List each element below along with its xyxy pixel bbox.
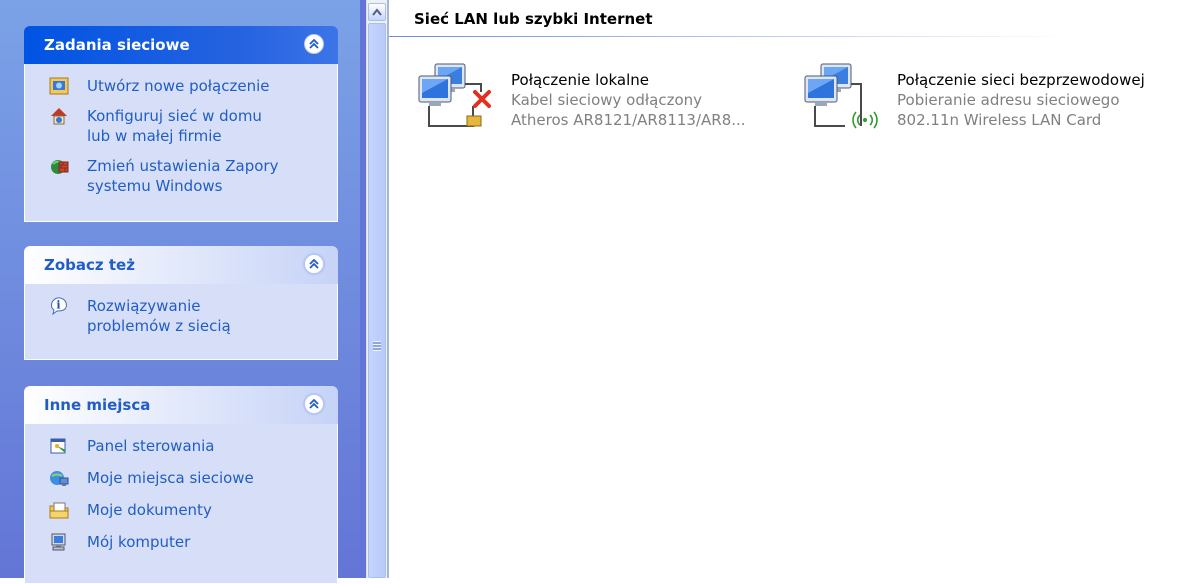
- connection-local-area[interactable]: Połączenie lokalne Kabel sieciowy odłącz…: [415, 62, 795, 134]
- network-tasks-header[interactable]: Zadania sieciowe: [24, 26, 338, 64]
- vertical-scrollbar[interactable]: [366, 0, 388, 578]
- chevron-up-icon: [372, 8, 382, 16]
- connection-status: Kabel sieciowy odłączony: [511, 91, 703, 109]
- double-chevron-up-icon: [309, 38, 319, 49]
- connection-wireless[interactable]: Połączenie sieci bezprzewodowej Pobieran…: [801, 62, 1181, 134]
- task-firewall-settings[interactable]: Zmień ustawienia Zapory systemu Windows: [25, 156, 337, 196]
- task-home-network-setup[interactable]: Konfiguruj sieć w domu lub w małej firmi…: [25, 106, 337, 146]
- group-divider: [389, 36, 1069, 37]
- task-pane: Zadania sieciowe Utwórz nowe połączenie: [0, 0, 360, 584]
- see-also-body: i Rozwiązywanie problemów z siecią: [24, 284, 338, 360]
- other-places-title: Inne miejsca: [44, 396, 151, 414]
- other-places-collapse-button[interactable]: [304, 394, 324, 414]
- wireless-connection-icon: [804, 63, 878, 129]
- connection-device: Atheros AR8121/AR8113/AR8...: [511, 111, 746, 129]
- place-network-places[interactable]: Moje miejsca sieciowe: [25, 468, 337, 488]
- svg-text:i: i: [56, 299, 60, 312]
- double-chevron-up-icon: [309, 258, 319, 269]
- connection-wireless-text: Połączenie sieci bezprzewodowej Pobieran…: [897, 70, 1145, 130]
- see-also-title: Zobacz też: [44, 256, 135, 274]
- new-connection-icon: [49, 77, 69, 95]
- double-chevron-up-icon: [309, 398, 319, 409]
- place-my-computer[interactable]: Mój komputer: [25, 532, 337, 552]
- connection-status: Pobieranie adresu sieciowego: [897, 91, 1120, 109]
- connection-name: Połączenie lokalne: [511, 71, 650, 89]
- control-panel-icon: [50, 438, 66, 454]
- place-control-panel[interactable]: Panel sterowania: [25, 436, 337, 456]
- other-places-body: Panel sterowania Moje miejsca sieciowe M…: [24, 424, 338, 584]
- task-create-connection[interactable]: Utwórz nowe połączenie: [25, 76, 337, 96]
- connections-view: Sieć LAN lub szybki Internet Połączenie …: [389, 0, 1182, 578]
- see-also-header[interactable]: Zobacz też: [24, 246, 338, 284]
- network-tasks-title: Zadania sieciowe: [44, 36, 190, 54]
- scroll-up-button[interactable]: [368, 3, 386, 21]
- network-places-icon: [50, 471, 69, 486]
- home-network-setup-icon: [51, 108, 67, 125]
- connection-local-area-text: Połączenie lokalne Kabel sieciowy odłącz…: [511, 70, 746, 130]
- network-tasks-body: Utwórz nowe połączenie Konfiguruj sieć w…: [24, 64, 338, 222]
- other-places-header[interactable]: Inne miejsca: [24, 386, 338, 424]
- network-tasks-panel: Zadania sieciowe Utwórz nowe połączenie: [24, 26, 338, 222]
- see-also-collapse-button[interactable]: [304, 254, 324, 274]
- my-documents-icon: [49, 502, 69, 519]
- lan-disconnected-icon: [418, 63, 491, 127]
- place-my-documents[interactable]: Moje dokumenty: [25, 500, 337, 520]
- scroll-thumb[interactable]: [368, 23, 386, 578]
- scroll-grip: [373, 341, 381, 351]
- other-places-panel: Inne miejsca Panel sterowania Moje miejs…: [24, 386, 338, 584]
- connection-name: Połączenie sieci bezprzewodowej: [897, 71, 1145, 89]
- task-network-troubleshooter[interactable]: i Rozwiązywanie problemów z siecią: [25, 296, 337, 336]
- see-also-panel: Zobacz też i Rozwiązywanie problemów z s…: [24, 246, 338, 360]
- my-computer-icon: [51, 533, 66, 551]
- firewall-icon: [51, 160, 69, 174]
- info-icon: i: [51, 297, 67, 316]
- network-tasks-collapse-button[interactable]: [304, 34, 324, 54]
- group-header: Sieć LAN lub szybki Internet: [414, 10, 653, 28]
- connection-device: 802.11n Wireless LAN Card: [897, 111, 1102, 129]
